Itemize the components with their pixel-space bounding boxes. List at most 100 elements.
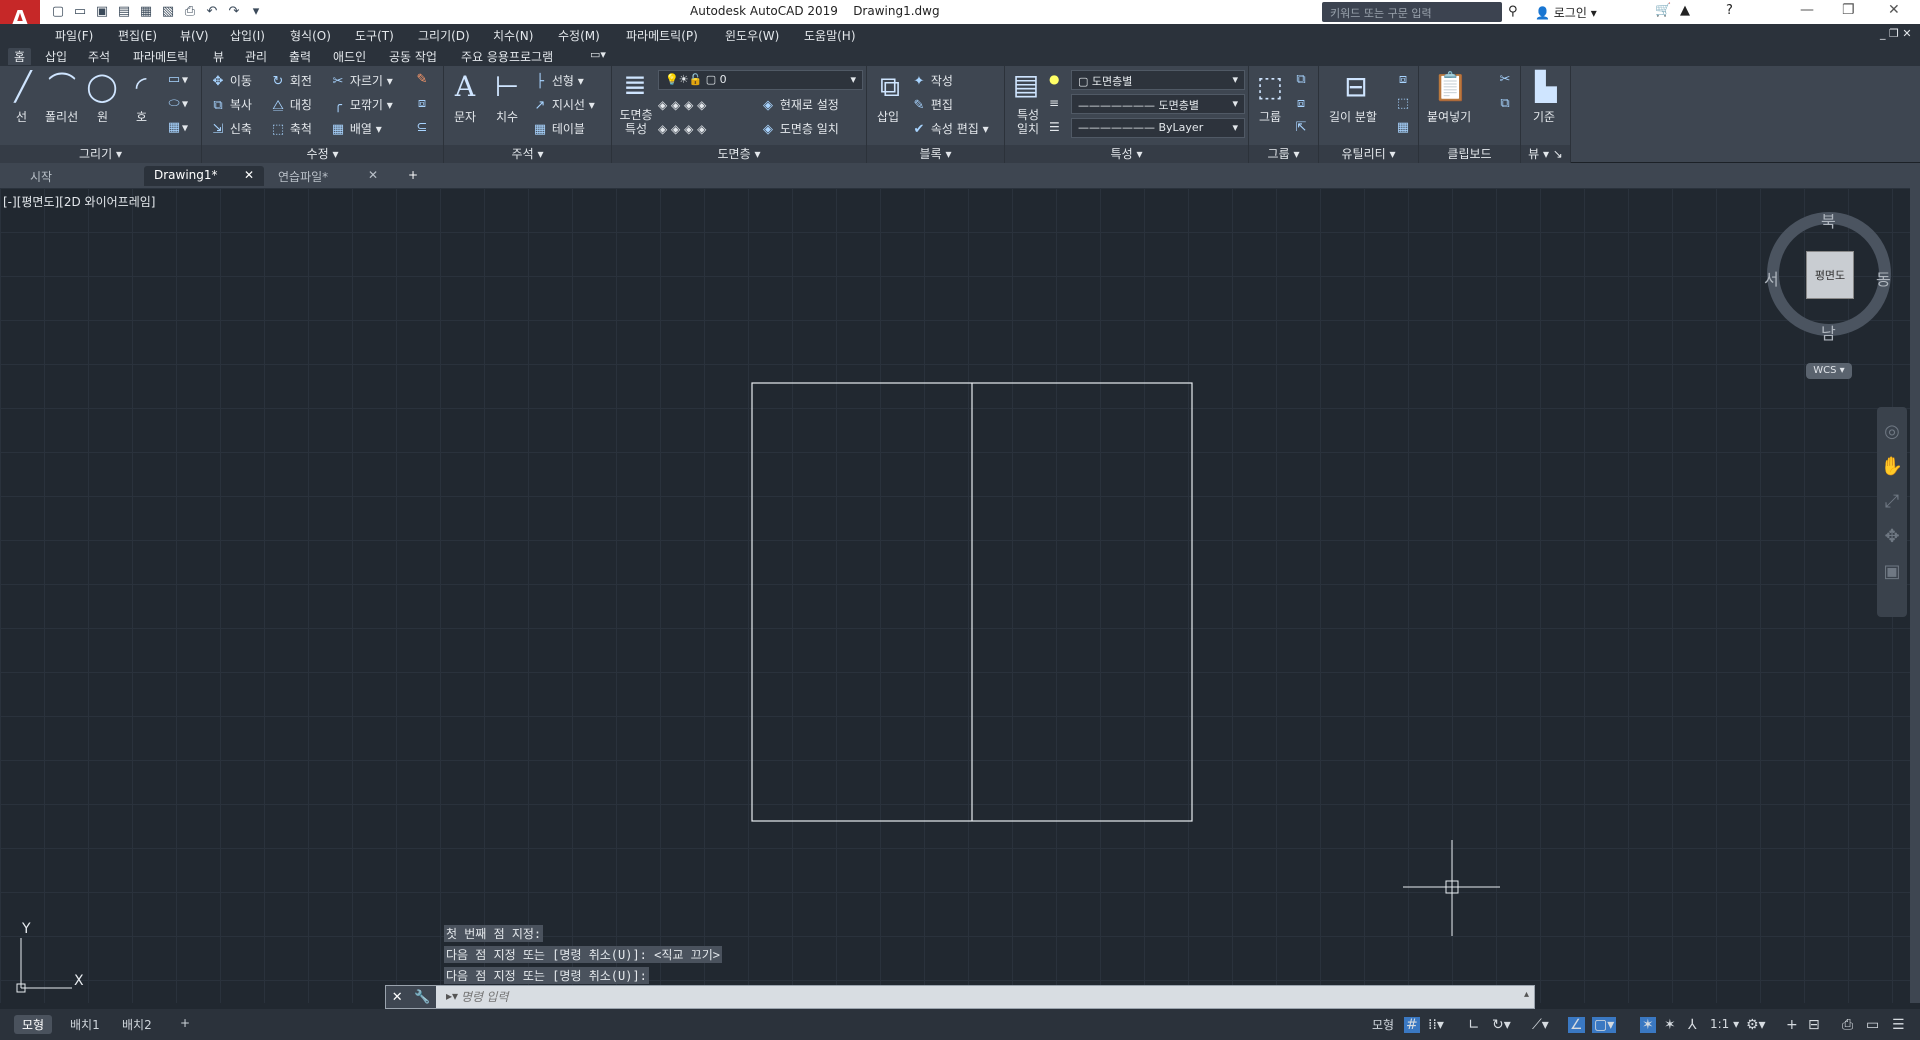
plot-icon[interactable]: ⎙ bbox=[182, 3, 198, 19]
scale-button[interactable]: ⬚ 축척 bbox=[270, 120, 312, 138]
ucs-menu[interactable]: WCS ▾ bbox=[1806, 363, 1852, 379]
text-button[interactable]: 문자 bbox=[454, 108, 476, 125]
create-block-button[interactable]: ✦ 작성 bbox=[911, 72, 953, 90]
pan-icon[interactable]: ✋ bbox=[1877, 456, 1907, 477]
grid-icon[interactable]: # bbox=[1404, 1017, 1420, 1033]
set-current-button[interactable]: ◈ 현재로 설정 bbox=[760, 96, 839, 114]
layout-tab-model[interactable]: 모형 bbox=[14, 1015, 53, 1034]
tab-insert[interactable]: 삽입 bbox=[45, 48, 67, 65]
save-icon[interactable]: ▣ bbox=[94, 3, 110, 19]
panel-clipboard-label[interactable]: 클립보드 bbox=[1419, 145, 1520, 163]
redo-icon[interactable]: ↷ bbox=[226, 3, 242, 19]
calculator-icon[interactable]: ▦ bbox=[1395, 120, 1411, 136]
arc-button[interactable]: 호 bbox=[136, 108, 147, 125]
trim-button[interactable]: ✂ 자르기 ▾ bbox=[330, 72, 393, 90]
tab-featured-apps[interactable]: 주요 응용프로그램 bbox=[461, 48, 553, 65]
layout-tab-2[interactable]: 배치2 bbox=[114, 1015, 160, 1034]
measure-icon[interactable]: ⊟ bbox=[1339, 70, 1373, 104]
circle-icon[interactable]: ◯ bbox=[85, 70, 119, 104]
customize-command-icon[interactable]: 🔧 bbox=[414, 990, 430, 1005]
line-icon[interactable]: ╱ bbox=[6, 70, 40, 104]
tab-drawing1[interactable]: Drawing1* ✕ bbox=[144, 166, 264, 186]
rectangle-icon[interactable]: ▭ ▾ bbox=[166, 72, 188, 88]
linear-button[interactable]: ├ 선형 ▾ bbox=[532, 72, 584, 90]
panel-properties-label[interactable]: 특성 ▾ bbox=[1005, 145, 1248, 163]
history-toggle-icon[interactable]: ▴ bbox=[1524, 989, 1529, 1000]
offset-icon[interactable]: ⊆ bbox=[414, 120, 430, 136]
command-input[interactable] bbox=[441, 986, 1531, 1008]
ortho-icon[interactable]: ∟ bbox=[1468, 1017, 1480, 1033]
minimize-icon[interactable]: — bbox=[1800, 2, 1814, 18]
group-button[interactable]: 그룹 bbox=[1259, 108, 1281, 125]
match-properties-button[interactable]: 특성 일치 bbox=[1013, 108, 1043, 136]
tab-collaborate[interactable]: 공동 작업 bbox=[389, 48, 437, 65]
tab-annotate[interactable]: 주석 bbox=[88, 48, 110, 65]
hardware-acceleration-icon[interactable]: ⎙ bbox=[1842, 1017, 1853, 1033]
layer-properties-icon[interactable]: ≣ bbox=[618, 68, 652, 102]
insert-block-icon[interactable]: ⧉ bbox=[873, 70, 907, 104]
panel-layers-label[interactable]: 도면층 ▾ bbox=[612, 145, 866, 163]
saveas-icon[interactable]: ▤ bbox=[116, 3, 132, 19]
layer-properties-button[interactable]: 도면층 특성 bbox=[616, 108, 656, 136]
new-tab-button[interactable]: + bbox=[398, 166, 428, 186]
copy-button[interactable]: ⧉ 복사 bbox=[210, 96, 252, 114]
panel-view-label[interactable]: 뷰 ▾ ↘ bbox=[1521, 145, 1570, 163]
polyline-icon[interactable]: ⌒ bbox=[45, 70, 79, 104]
new-icon[interactable]: ▢ bbox=[50, 3, 66, 19]
tab-output[interactable]: 출력 bbox=[289, 48, 311, 65]
ellipse-icon[interactable]: ⬭ ▾ bbox=[166, 96, 188, 112]
ungroup-icon[interactable]: ⧉ bbox=[1293, 72, 1309, 88]
panel-draw-label[interactable]: 그리기 ▾ bbox=[0, 145, 201, 163]
arc-icon[interactable]: ◜ bbox=[124, 70, 158, 104]
menu-window[interactable]: 윈도우(W) bbox=[725, 27, 779, 44]
cart-icon[interactable]: 🛒 bbox=[1655, 3, 1671, 18]
panel-block-label[interactable]: 블록 ▾ bbox=[867, 145, 1004, 163]
match-properties-icon[interactable]: ▤ bbox=[1009, 68, 1043, 102]
snap-icon[interactable]: ⁞⁞▾ bbox=[1428, 1017, 1444, 1033]
erase-icon[interactable]: ✎ bbox=[414, 72, 430, 88]
web-mobile-save-icon[interactable]: ▧ bbox=[160, 3, 176, 19]
layer-tools-row1[interactable]: ◈ ◈ ◈ ◈ bbox=[658, 98, 706, 112]
edit-block-button[interactable]: ✎ 편집 bbox=[911, 96, 953, 114]
layout-tab-1[interactable]: 배치1 bbox=[62, 1015, 108, 1034]
menu-help[interactable]: 도움말(H) bbox=[804, 27, 856, 44]
tab-practice-file[interactable]: 연습파일* ✕ bbox=[268, 166, 388, 186]
mdi-controls[interactable]: _ ❐ ✕ bbox=[1880, 27, 1912, 40]
polar-icon[interactable]: ↻▾ bbox=[1492, 1017, 1511, 1033]
linetype-dropdown[interactable]: ——————— 도면층별 ▾ bbox=[1071, 94, 1245, 114]
menu-draw[interactable]: 그리기(D) bbox=[418, 27, 470, 44]
orbit-icon[interactable]: ✥ bbox=[1877, 526, 1907, 547]
edit-attribute-button[interactable]: ✔ 속성 편집 ▾ bbox=[911, 120, 989, 138]
circle-button[interactable]: 원 bbox=[97, 108, 108, 125]
leader-button[interactable]: ↗ 지시선 ▾ bbox=[532, 96, 595, 114]
color-dropdown[interactable]: ▢ 도면층별 ▾ bbox=[1071, 70, 1245, 90]
close-tab-icon[interactable]: ✕ bbox=[368, 168, 378, 182]
compass-east[interactable]: 동 bbox=[1876, 266, 1891, 290]
dimension-icon[interactable]: ⊢ bbox=[490, 70, 524, 104]
array-button[interactable]: ▦ 배열 ▾ bbox=[330, 120, 382, 138]
menu-edit[interactable]: 편집(E) bbox=[118, 27, 157, 44]
rotate-button[interactable]: ↻ 회전 bbox=[270, 72, 312, 90]
group-edit-icon[interactable]: ⧈ bbox=[1293, 96, 1309, 112]
close-icon[interactable]: ✕ bbox=[1888, 2, 1900, 18]
binoculars-icon[interactable]: ⚲ bbox=[1508, 4, 1518, 19]
model-space-button[interactable]: 모형 bbox=[1364, 1015, 1402, 1034]
move-button[interactable]: ✥ 이동 bbox=[210, 72, 252, 90]
undo-icon[interactable]: ↶ bbox=[204, 3, 220, 19]
panel-annotation-label[interactable]: 주석 ▾ bbox=[444, 145, 611, 163]
panel-utilities-label[interactable]: 유틸리티 ▾ bbox=[1319, 145, 1418, 163]
close-tab-icon[interactable]: ✕ bbox=[244, 168, 254, 182]
text-icon[interactable]: A bbox=[448, 70, 482, 104]
menu-view[interactable]: 뷰(V) bbox=[180, 27, 209, 44]
stretch-button[interactable]: ⇲ 신축 bbox=[210, 120, 252, 138]
menu-tools[interactable]: 도구(T) bbox=[355, 27, 394, 44]
compass-west[interactable]: 서 bbox=[1764, 266, 1779, 290]
annotation-scale-icon[interactable]: ⅄ bbox=[1688, 1017, 1697, 1033]
menu-parametric[interactable]: 파라메트릭(P) bbox=[626, 27, 698, 44]
steering-wheel-icon[interactable]: ◎ bbox=[1877, 421, 1907, 442]
customization-menu-icon[interactable]: ☰ bbox=[1892, 1017, 1905, 1033]
quick-select-icon[interactable]: ⧈ bbox=[1395, 72, 1411, 88]
tab-addins[interactable]: 애드인 bbox=[333, 48, 366, 65]
group-icon[interactable]: ⬚ bbox=[1253, 70, 1287, 104]
match-layer-button[interactable]: ◈ 도면층 일치 bbox=[760, 120, 839, 138]
